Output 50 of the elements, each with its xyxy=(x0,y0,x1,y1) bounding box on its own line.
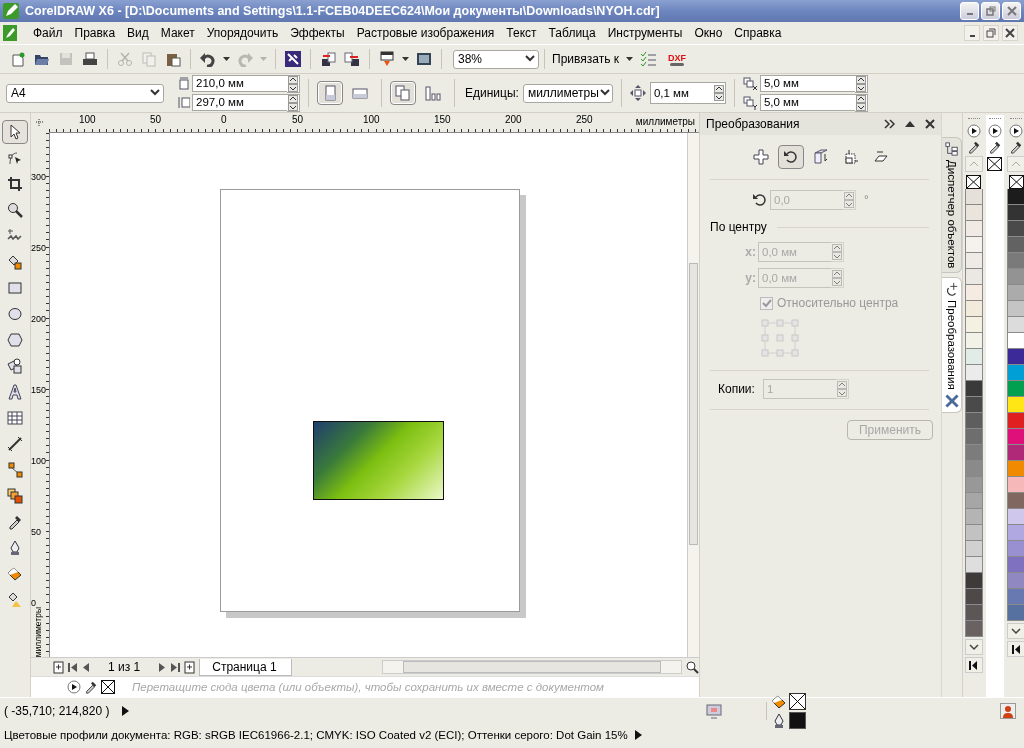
color-profiles-text: Цветовые профили документа: RGB: sRGB IEC61966-2.1; CMYK: ISO Coated v2 (ECI); Оттенки серого: Dot Gain 15% xyxy=(4,729,628,741)
cursor-coordinates: ( -35,710; 214,820 ) xyxy=(4,704,110,718)
page-tab[interactable]: Страница 1 xyxy=(199,658,292,676)
ruler-label: 50 xyxy=(31,527,41,537)
degree-sign: ° xyxy=(864,193,869,207)
menu-item[interactable]: Текст xyxy=(500,26,543,40)
ruler-label: 300 xyxy=(31,172,47,182)
ruler-label: 250 xyxy=(576,114,593,125)
page-counter: 1 из 1 xyxy=(107,660,142,674)
window-title: CorelDRAW X6 - [D:\Documents and Settings\1.1-FCEB04DEEC624\Мои документы\Downloads\NYOH.cdr] xyxy=(25,4,660,18)
ruler-label: 0 xyxy=(221,114,227,125)
ruler-label: 150 xyxy=(31,385,47,395)
ruler-unit-label: миллиметры xyxy=(33,606,43,657)
panel-title: Преобразования xyxy=(706,117,801,131)
menu-item[interactable]: Инструменты xyxy=(601,26,689,40)
menu-item[interactable]: Справка xyxy=(728,26,788,40)
checkbox-label: Относительно центра xyxy=(777,296,899,310)
axis-label: y: xyxy=(744,271,756,285)
menu-item[interactable]: Макет xyxy=(154,26,201,40)
units-label: Единицы: xyxy=(465,86,519,100)
axis-label: x: xyxy=(744,245,756,259)
units-dropdown[interactable]: миллиметры xyxy=(522,83,613,103)
menu-item[interactable]: Вид xyxy=(121,26,155,40)
side-tab[interactable]: Диспетчер объектов xyxy=(942,137,962,274)
ruler-label: 50 xyxy=(150,114,162,125)
side-tab[interactable]: Преобразования xyxy=(942,277,962,414)
zoom-dropdown[interactable]: 38% xyxy=(453,49,539,69)
ruler-label: 100 xyxy=(363,114,380,125)
section-label: По центру xyxy=(710,220,767,234)
ruler-label: 100 xyxy=(79,114,96,125)
menu-item[interactable]: Растровые изображения xyxy=(350,26,501,40)
snap-to-button[interactable]: Привязать к xyxy=(550,52,623,66)
ruler-label: 200 xyxy=(31,314,47,324)
menu-item[interactable]: Правка xyxy=(68,26,122,40)
palette-hint: Перетащите сюда цвета (или объекты), чтобы сохранить их вместе с документом xyxy=(132,681,604,693)
menu-item[interactable]: Файл xyxy=(27,26,69,40)
ruler-label: 100 xyxy=(31,456,47,466)
menu-item[interactable]: Окно xyxy=(688,26,729,40)
ruler-label: 0 xyxy=(31,598,36,608)
menu-item[interactable]: Упорядочить xyxy=(200,26,285,40)
ruler-label: 50 xyxy=(292,114,304,125)
copies-label: Копии: xyxy=(718,382,755,396)
ruler-label: 150 xyxy=(434,114,451,125)
menu-item[interactable]: Таблица xyxy=(542,26,602,40)
page-size-dropdown[interactable]: A4 xyxy=(6,83,164,103)
dxf-button[interactable]: DXF xyxy=(668,52,686,66)
ruler-unit-label: миллиметры xyxy=(633,116,695,127)
ruler-label: 250 xyxy=(31,243,47,253)
ruler-label: 200 xyxy=(505,114,522,125)
menu-item[interactable]: Эффекты xyxy=(284,26,351,40)
